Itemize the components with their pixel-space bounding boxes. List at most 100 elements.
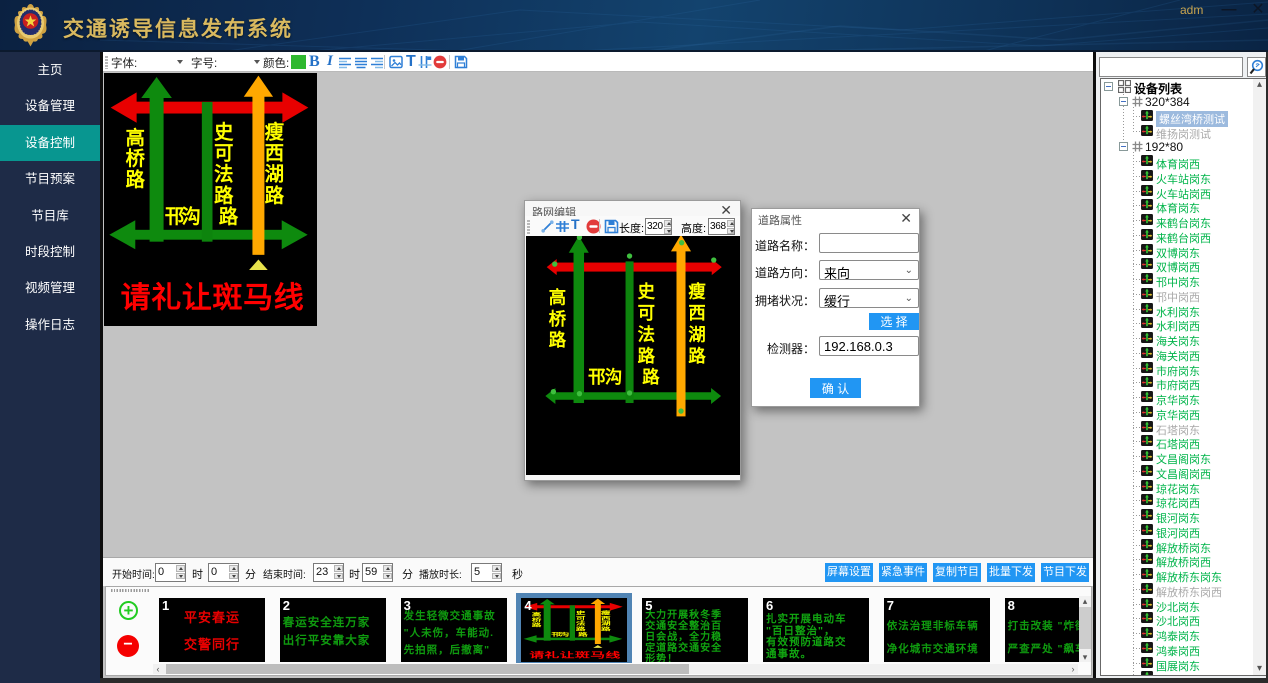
tree-device-银河岗西[interactable]: 银河岗西	[1101, 523, 1251, 538]
tree-device-银河岗东[interactable]: 银河岗东	[1101, 508, 1251, 523]
minimize-button[interactable]: —	[1216, 0, 1242, 22]
tree-device-解放桥东岗西[interactable]: 解放桥东岗西	[1101, 582, 1251, 597]
sidebar-item-2[interactable]: 设备管理	[0, 88, 100, 124]
tree-device-市府岗西[interactable]: 市府岗西	[1101, 375, 1251, 390]
scroll-down-icon[interactable]: ▾	[1079, 652, 1091, 662]
text-icon[interactable]: T	[571, 216, 580, 232]
end-minute-spinner[interactable]: 59	[362, 563, 393, 582]
align-left-icon[interactable]	[338, 55, 352, 69]
tree-device-琼花岗东[interactable]: 琼花岗东	[1101, 479, 1251, 494]
copy-program-button[interactable]: 复制节目	[933, 563, 981, 582]
program-send-button[interactable]: 节目下发	[1041, 563, 1089, 582]
dialog-titlebar[interactable]: 道路属性 ✕	[752, 209, 919, 224]
tree-device-沙北岗西[interactable]: 沙北岗西	[1101, 611, 1251, 626]
tree-device-来鹤台岗东[interactable]: 来鹤台岗东	[1101, 213, 1251, 228]
tree-device-双博岗东[interactable]: 双博岗东	[1101, 243, 1251, 258]
program-thumbnail-6[interactable]: 6扎实开展电动车"百日整治"，有效预防道路交通事故。	[763, 598, 869, 662]
batch-send-button[interactable]: 批量下发	[987, 563, 1035, 582]
led-preview-panel[interactable]: 高桥路史可法路瘦西湖路邗沟路请礼让斑马线	[104, 73, 317, 326]
spin-up-icon[interactable]	[383, 565, 392, 572]
start-minute-spinner[interactable]: 0	[208, 563, 239, 582]
spin-up-icon[interactable]	[727, 220, 734, 227]
program-thumbnail-1[interactable]: 1平安春运交警同行	[159, 598, 265, 662]
scrollbar-thumb[interactable]	[166, 664, 689, 674]
tree-device-京华岗西[interactable]: 京华岗西	[1101, 405, 1251, 420]
scrollbar-thumb[interactable]	[1079, 607, 1091, 649]
detector-input[interactable]	[819, 336, 919, 356]
tree-device-火车站岗西[interactable]: 火车站岗西	[1101, 184, 1251, 199]
spin-down-icon[interactable]	[727, 228, 734, 235]
tree-device-琼花岗西[interactable]: 琼花岗西	[1101, 493, 1251, 508]
tree-device-解放桥东岗东[interactable]: 解放桥东岗东	[1101, 567, 1251, 582]
image-icon[interactable]	[389, 55, 403, 69]
editor-canvas[interactable]: 高桥路史可法路瘦西湖路邗沟路	[526, 236, 740, 475]
sidebar-item-5[interactable]: 节目库	[0, 198, 100, 234]
bold-button[interactable]: B	[309, 53, 320, 71]
save-icon[interactable]	[454, 55, 468, 69]
tree-group-320*384[interactable]: 320*384	[1101, 94, 1251, 109]
collapse-icon[interactable]	[1119, 142, 1128, 151]
program-thumbnail-4[interactable]: 4高桥路史可法路瘦西湖路邗沟路请礼让斑马线	[521, 598, 627, 662]
spin-up-icon[interactable]	[229, 565, 238, 572]
dialog-titlebar[interactable]: 路网编辑 ✕	[525, 201, 740, 216]
spin-up-icon[interactable]	[664, 220, 671, 227]
start-hour-spinner[interactable]: 0	[155, 563, 186, 582]
italic-button[interactable]: I	[327, 53, 333, 70]
tree-device-水利岗西[interactable]: 水利岗西	[1101, 316, 1251, 331]
scroll-down-icon[interactable]: ▾	[1253, 663, 1266, 675]
program-thumbnail-2[interactable]: 2春运安全连万家出行平安靠大家	[280, 598, 386, 662]
horizontal-scrollbar[interactable]: ‹›	[153, 664, 1078, 674]
collapse-icon[interactable]	[1104, 82, 1113, 91]
size-combo-arrow[interactable]	[254, 60, 260, 64]
height-spinner[interactable]: 368	[708, 218, 735, 235]
scroll-right-icon[interactable]: ›	[1068, 664, 1078, 674]
tree-device-海关岗西[interactable]: 海关岗西	[1101, 346, 1251, 361]
tree-device-邗中岗西[interactable]: 邗中岗西	[1101, 287, 1251, 302]
tree-device-沙北岗东[interactable]: 沙北岗东	[1101, 597, 1251, 612]
node-icon[interactable]	[555, 219, 570, 234]
device-search-input[interactable]	[1099, 57, 1243, 77]
tree-device-国展岗东[interactable]: 国展岗东	[1101, 656, 1251, 671]
screen-settings-button[interactable]: 屏幕设置	[825, 563, 873, 582]
sidebar-item-3[interactable]: 设备控制	[0, 125, 100, 161]
tree-device-解放桥岗东[interactable]: 解放桥岗东	[1101, 538, 1251, 553]
tree-device-解放桥岗西[interactable]: 解放桥岗西	[1101, 552, 1251, 567]
sidebar-item-6[interactable]: 时段控制	[0, 234, 100, 270]
spin-up-icon[interactable]	[334, 565, 343, 572]
font-combo-arrow[interactable]	[177, 60, 183, 64]
align-right-icon[interactable]	[370, 55, 384, 69]
spin-down-icon[interactable]	[492, 573, 501, 580]
align-center-icon[interactable]	[354, 55, 368, 69]
tree-group-192*80[interactable]: 192*80	[1101, 139, 1251, 154]
vertical-scrollbar[interactable]: ▴▾	[1079, 596, 1091, 662]
duration-spinner[interactable]: 5	[471, 563, 502, 582]
tree-device-邗中岗东[interactable]: 邗中岗东	[1101, 272, 1251, 287]
color-swatch[interactable]	[291, 55, 306, 69]
tree-device-文昌阁岗东[interactable]: 文昌阁岗东	[1101, 449, 1251, 464]
sidebar-item-8[interactable]: 操作日志	[0, 307, 100, 343]
emergency-event-button[interactable]: 紧急事件	[879, 563, 927, 582]
program-thumbnail-5[interactable]: 5大力开展秋冬季交通安全整治百日会战，全力稳定道路交通安全形势！	[642, 598, 748, 662]
tree-device-螺丝湾桥测试[interactable]: 螺丝湾桥测试	[1101, 109, 1251, 124]
spin-down-icon[interactable]	[334, 573, 343, 580]
tree-device-石塔岗东[interactable]: 石塔岗东	[1101, 420, 1251, 435]
select-detector-button[interactable]: 选 择	[869, 313, 919, 330]
spin-down-icon[interactable]	[176, 573, 185, 580]
scroll-left-icon[interactable]: ‹	[153, 664, 163, 674]
text-icon[interactable]: T	[406, 53, 416, 71]
road-icon[interactable]	[418, 55, 432, 69]
congestion-select[interactable]: 缓行⌄	[819, 288, 919, 308]
tree-device-文昌阁岗西[interactable]: 文昌阁岗西	[1101, 464, 1251, 479]
tree-device-石塔岗西[interactable]: 石塔岗西	[1101, 434, 1251, 449]
tree-scrollbar[interactable]: ▴▾	[1253, 79, 1266, 675]
delete-icon[interactable]	[433, 55, 447, 69]
tree-device-体育岗西[interactable]: 体育岗西	[1101, 154, 1251, 169]
tree-device-京华岗东[interactable]: 京华岗东	[1101, 390, 1251, 405]
spin-down-icon[interactable]	[383, 573, 392, 580]
save-icon[interactable]	[604, 219, 619, 234]
collapse-icon[interactable]	[1119, 97, 1128, 106]
sidebar-item-1[interactable]: 主页	[0, 52, 100, 88]
length-spinner[interactable]: 320	[645, 218, 672, 235]
tree-device-维扬岗测试[interactable]: 维扬岗测试	[1101, 124, 1251, 139]
spin-up-icon[interactable]	[492, 565, 501, 572]
